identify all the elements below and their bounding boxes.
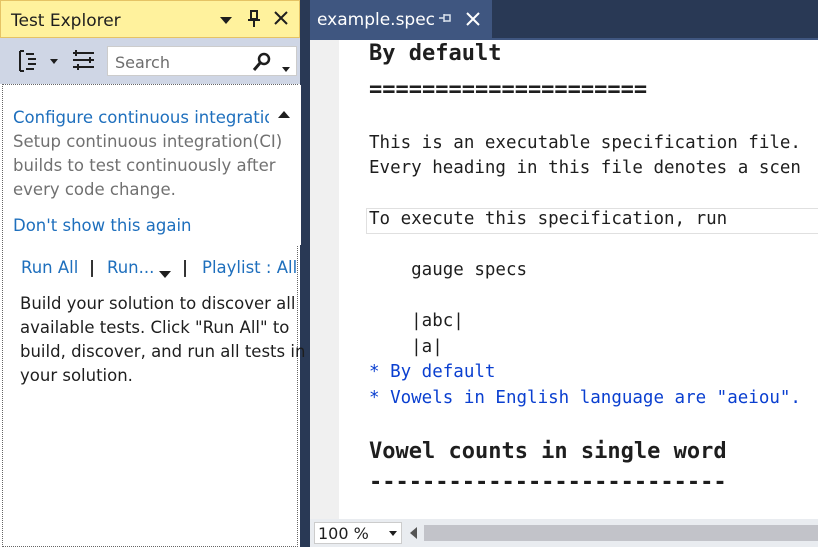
search-input[interactable] bbox=[113, 50, 257, 74]
scroll-left-arrow-icon[interactable] bbox=[410, 527, 417, 539]
editor-pane: example.spec By default ================… bbox=[310, 0, 818, 547]
test-explorer-body: Configure continuous integratio Setup co… bbox=[2, 84, 305, 547]
pin-tab-button[interactable] bbox=[438, 11, 452, 29]
pin-icon bbox=[439, 14, 451, 22]
info-message-line: your solution. bbox=[20, 366, 133, 385]
pin-icon bbox=[248, 10, 260, 27]
search-icon[interactable] bbox=[252, 52, 272, 76]
code-line: * By default bbox=[369, 362, 496, 382]
ci-notice-line: every code change. bbox=[13, 180, 176, 199]
code-line: gauge specs bbox=[369, 260, 528, 280]
separator: | bbox=[89, 258, 96, 277]
horizontal-scrollbar-thumb[interactable] bbox=[424, 525, 818, 541]
chevron-down-icon bbox=[282, 67, 290, 72]
run-all-link[interactable]: Run All bbox=[21, 258, 78, 277]
zoom-value: 100 % bbox=[318, 524, 369, 543]
chevron-down-icon bbox=[389, 531, 397, 536]
hierarchy-icon bbox=[19, 50, 58, 72]
test-explorer-toolbar bbox=[0, 38, 300, 84]
dont-show-again-link[interactable]: Don't show this again bbox=[13, 216, 192, 235]
panel-title: Test Explorer bbox=[11, 11, 121, 31]
ci-notice: Configure continuous integratio Setup co… bbox=[3, 85, 301, 245]
code-line: |a| bbox=[369, 337, 443, 357]
code-area[interactable]: By default ===================== This is… bbox=[339, 40, 818, 519]
ci-notice-line: builds to test continuously after bbox=[13, 156, 276, 175]
run-dropdown-arrow[interactable] bbox=[159, 264, 171, 283]
code-line: This is an executable specification file… bbox=[369, 133, 801, 153]
code-line: Vowel counts in single word bbox=[369, 439, 727, 464]
code-line: * Vowels in English language are "aeiou"… bbox=[369, 388, 801, 408]
info-message-line: Build your solution to discover all bbox=[20, 294, 296, 313]
playlist-link[interactable]: Playlist : All bbox=[202, 258, 297, 277]
test-explorer-titlebar: Test Explorer bbox=[0, 0, 300, 38]
window-position-button[interactable] bbox=[219, 12, 233, 31]
code-line: To execute this specification, run bbox=[369, 209, 728, 229]
code-line: ===================== bbox=[369, 77, 648, 102]
chevron-down-icon bbox=[159, 271, 171, 278]
ci-notice-title[interactable]: Configure continuous integratio bbox=[13, 108, 269, 127]
tab-example-spec[interactable]: example.spec bbox=[310, 0, 492, 38]
separator: | bbox=[182, 258, 189, 277]
zoom-select[interactable]: 100 % bbox=[314, 522, 402, 544]
code-line: |abc| bbox=[369, 311, 464, 331]
info-message-line: available tests. Click "Run All" to bbox=[20, 318, 290, 337]
search-box[interactable] bbox=[107, 46, 297, 76]
list-icon bbox=[73, 50, 94, 70]
tab-label: example.spec bbox=[317, 10, 436, 30]
group-by-button[interactable] bbox=[14, 48, 62, 74]
dropdown-arrow-icon bbox=[220, 17, 232, 24]
playlist-button[interactable] bbox=[70, 48, 98, 74]
ci-notice-line: Setup continuous integration(CI) bbox=[13, 132, 283, 151]
code-line: Every heading in this file denotes a sce… bbox=[369, 158, 801, 178]
info-message-line: build, discover, and run all tests in bbox=[20, 342, 306, 361]
editor-status-bar: 100 % bbox=[310, 519, 818, 547]
code-line: --------------------------- bbox=[369, 470, 727, 495]
close-icon bbox=[274, 11, 288, 25]
close-icon bbox=[466, 12, 480, 26]
close-tab-button[interactable] bbox=[465, 7, 481, 32]
close-button[interactable] bbox=[273, 10, 289, 30]
collapse-icon[interactable] bbox=[278, 111, 290, 118]
test-explorer-panel: Test Explorer Search Configure continuou… bbox=[0, 0, 305, 547]
run-dropdown-link[interactable]: Run... bbox=[107, 258, 154, 277]
pin-button[interactable] bbox=[247, 10, 261, 32]
editor-gutter bbox=[310, 40, 339, 519]
code-line: By default bbox=[369, 41, 502, 66]
search-options-dropdown[interactable] bbox=[281, 59, 291, 78]
